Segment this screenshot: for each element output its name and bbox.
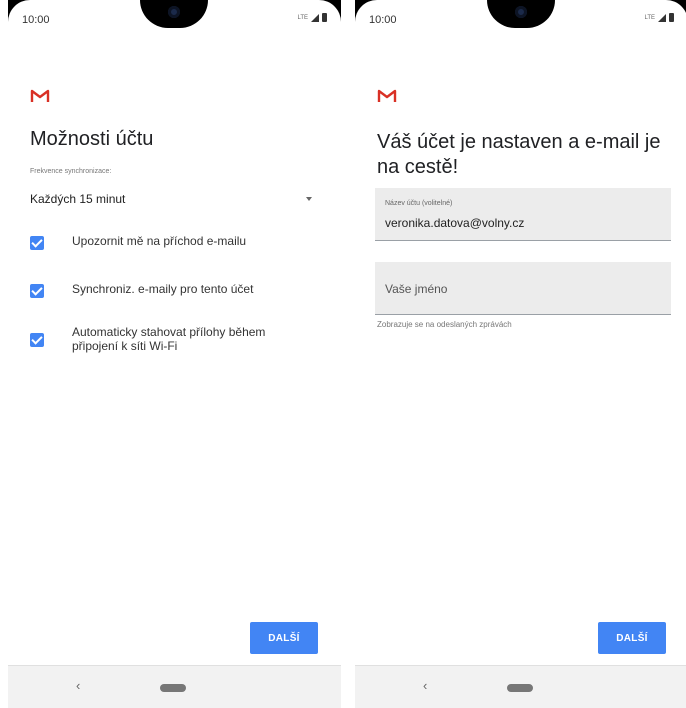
phone-screen-account-ready: 10:00 LTE Váš účet je nastaven a e-mail … xyxy=(355,0,686,708)
auto-download-attachments-option[interactable]: Automaticky stahovat přílohy během připo… xyxy=(30,325,320,353)
lte-indicator: LTE xyxy=(297,14,308,21)
sync-frequency-label: Frekvence synchronizace: xyxy=(30,168,112,175)
lte-indicator: LTE xyxy=(644,14,655,21)
notify-new-mail-option[interactable]: Upozornit mě na příchod e-mailu xyxy=(30,234,320,250)
next-button[interactable]: DALŠÍ xyxy=(598,622,666,654)
sync-frequency-value: Každých 15 minut xyxy=(30,192,126,206)
signal-icon xyxy=(658,13,666,22)
checkbox-checked[interactable] xyxy=(30,236,44,250)
checkbox-label: Upozornit mě na příchod e-mailu xyxy=(72,234,247,248)
signal-icon xyxy=(311,13,319,22)
home-pill-icon[interactable] xyxy=(160,684,186,692)
sync-email-option[interactable]: Synchroniz. e-maily pro tento účet xyxy=(30,282,320,298)
home-pill-icon[interactable] xyxy=(507,684,533,692)
status-icons: LTE xyxy=(297,13,327,22)
battery-icon xyxy=(669,13,674,22)
your-name-field[interactable]: Vaše jméno xyxy=(375,262,671,315)
account-name-field[interactable]: Název účtu (volitelné) veronika.datova@v… xyxy=(375,188,671,241)
page-title: Váš účet je nastaven a e-mail je na cest… xyxy=(377,131,661,178)
dropdown-arrow-icon xyxy=(306,197,312,201)
your-name-helper-text: Zobrazuje se na odeslaných zprávách xyxy=(377,320,512,329)
checkbox-label: Automaticky stahovat přílohy během připo… xyxy=(72,325,266,353)
checkbox-checked[interactable] xyxy=(30,284,44,298)
navigation-bar: ‹ xyxy=(355,665,686,708)
battery-icon xyxy=(322,13,327,22)
account-name-label: Název účtu (volitelné) xyxy=(385,200,453,207)
phone-screen-account-options: 10:00 LTE Možnosti účtu Frekvence synchr… xyxy=(8,0,341,708)
status-time: 10:00 xyxy=(22,14,50,26)
status-icons: LTE xyxy=(644,13,674,22)
gmail-logo-icon xyxy=(377,89,397,102)
page-title: Možnosti účtu xyxy=(30,128,154,150)
checkbox-label: Synchroniz. e-maily pro tento účet xyxy=(72,282,254,296)
camera-notch xyxy=(140,0,208,28)
camera-icon xyxy=(515,6,527,18)
camera-icon xyxy=(168,6,180,18)
sync-frequency-dropdown[interactable]: Každých 15 minut xyxy=(30,186,314,212)
camera-notch xyxy=(487,0,555,28)
back-icon[interactable]: ‹ xyxy=(76,678,80,693)
status-time: 10:00 xyxy=(369,14,397,26)
navigation-bar: ‹ xyxy=(8,665,341,708)
checkbox-checked[interactable] xyxy=(30,333,44,347)
your-name-placeholder: Vaše jméno xyxy=(385,282,448,296)
account-name-value[interactable]: veronika.datova@volny.cz xyxy=(385,216,524,230)
next-button[interactable]: DALŠÍ xyxy=(250,622,318,654)
gmail-logo-icon xyxy=(30,89,50,102)
back-icon[interactable]: ‹ xyxy=(423,678,427,693)
